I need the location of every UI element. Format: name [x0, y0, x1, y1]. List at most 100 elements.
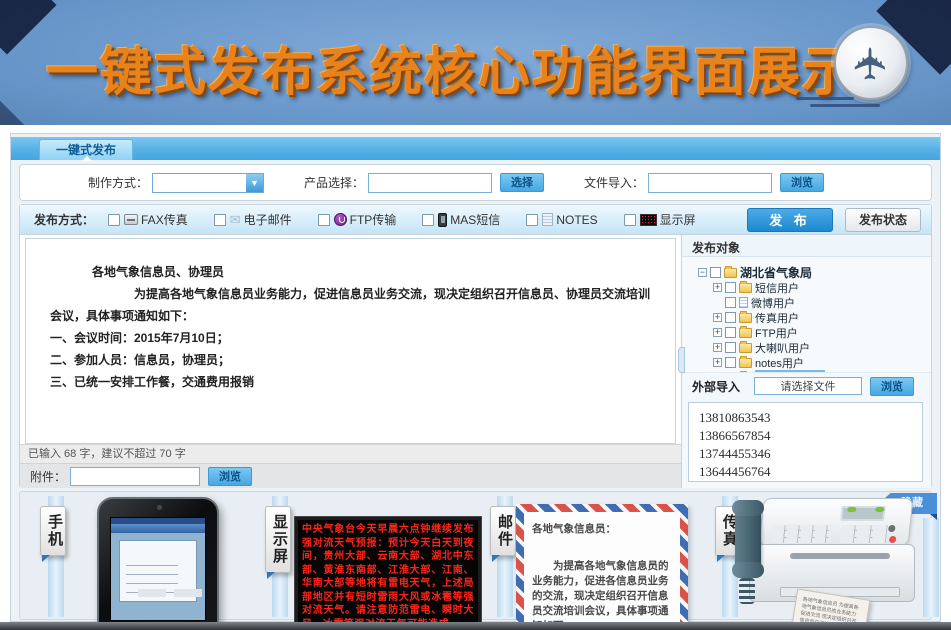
- collapse-minus-icon[interactable]: [698, 268, 707, 277]
- imported-numbers-list[interactable]: 13810863543 13866567854 13744455346 1364…: [688, 402, 923, 482]
- tree-node-label[interactable]: notes用户: [755, 355, 804, 371]
- phone-preview-image: [97, 497, 219, 630]
- phone-dialog-buttons: [138, 589, 202, 597]
- phone-number: 13866567854: [699, 427, 922, 445]
- fax-button-dot: [888, 525, 896, 532]
- ftp-icon: [334, 213, 347, 226]
- tree-node[interactable]: 大喇叭用户: [698, 340, 931, 355]
- tree-node[interactable]: 微博用户: [698, 295, 931, 310]
- tree-node-root[interactable]: 湖北省气象局: [698, 265, 931, 280]
- fax-button-dot: [847, 507, 857, 512]
- message-column: 各地气象信息员、协理员 为提高各地气象信息员业务能力，促进信息员业务交流，现决定…: [20, 235, 681, 488]
- folder-icon: [739, 283, 752, 293]
- tree-node-label[interactable]: 短信用户: [755, 280, 799, 296]
- preview-strip-decoration: [923, 518, 939, 617]
- tab-strip: 一键式发布: [11, 137, 940, 160]
- fax-cord: [739, 578, 755, 604]
- expand-plus-icon[interactable]: [713, 283, 722, 292]
- attachment-browse-button[interactable]: 浏览: [208, 467, 252, 486]
- method-mas-sms: MAS短信: [422, 211, 500, 228]
- publish-body: 各地气象信息员、协理员 为提高各地气象信息员业务能力，促进信息员业务交流，现决定…: [20, 235, 931, 488]
- phone-screen: [110, 517, 206, 621]
- fax-checkbox[interactable]: [108, 214, 120, 226]
- message-line: 二、参加人员：信息员，协理员；: [50, 349, 655, 371]
- publish-targets-panel: 发布对象 湖北省气象局 短信用户: [681, 235, 931, 488]
- email-checkbox[interactable]: [214, 214, 226, 226]
- tree-checkbox[interactable]: [725, 312, 736, 323]
- fax-keypad: [840, 525, 888, 543]
- message-line: 三、已统一安排工作餐，交通费用报销: [50, 371, 655, 393]
- airplane-icon: ✈: [846, 45, 897, 82]
- fax-handset: [735, 502, 761, 576]
- tree-checkbox[interactable]: [710, 267, 721, 278]
- sms-checkbox[interactable]: [422, 214, 434, 226]
- phone-message-dialog: [119, 540, 197, 602]
- mobile-phone-icon: [438, 213, 447, 227]
- header-buttons: 发 布 发布状态: [747, 208, 921, 232]
- tree-node-label[interactable]: 湖北省气象局: [740, 264, 812, 281]
- page: 一键式发布系统核心功能界面展示 ✈ 一键式发布 制作方式： ▼ 产品选择： 选择…: [0, 0, 951, 630]
- tree-node[interactable]: notes用户: [698, 355, 931, 370]
- tree-node-label[interactable]: FTP用户: [755, 325, 798, 341]
- app-window: 一键式发布 制作方式： ▼ 产品选择： 选择 文件导入： 浏览 发布方式：: [10, 133, 941, 622]
- expand-plus-icon[interactable]: [713, 328, 722, 337]
- preview-label-led: 显示屏: [265, 506, 291, 573]
- method-fax: FAX传真: [108, 211, 188, 228]
- tree-checkbox[interactable]: [725, 342, 736, 353]
- method-label: FAX传真: [141, 211, 188, 228]
- publish-button[interactable]: 发 布: [747, 208, 833, 232]
- product-select-label: 产品选择：: [304, 174, 364, 191]
- preview-label-phone: 手机: [40, 506, 66, 556]
- method-label: 显示屏: [660, 211, 696, 228]
- banner-streak-decoration: [796, 97, 854, 100]
- publish-panel: 发布方式： FAX传真 ✉ 电子邮件 FTP传输: [19, 204, 932, 488]
- expand-plus-icon[interactable]: [713, 343, 722, 352]
- external-import-browse-button[interactable]: 浏览: [870, 377, 914, 396]
- ftp-checkbox[interactable]: [318, 214, 330, 226]
- tree-checkbox[interactable]: [725, 357, 736, 368]
- tab-one-click-publish[interactable]: 一键式发布: [39, 139, 133, 160]
- method-label: 电子邮件: [244, 211, 292, 228]
- publish-method-label: 发布方式：: [34, 211, 94, 228]
- email-icon: ✉: [230, 214, 241, 225]
- tree-node[interactable]: 短信用户: [698, 280, 931, 295]
- phone-camera-dot: [157, 505, 162, 510]
- fax-icon: [124, 214, 138, 225]
- char-counter: 已输入 68 字，建议不超过 70 字: [20, 444, 681, 464]
- tree-node[interactable]: 传真用户: [698, 310, 931, 325]
- phone-navbar: [111, 524, 205, 533]
- method-notes: NOTES: [526, 213, 597, 227]
- page-title: 一键式发布系统核心功能界面展示: [46, 30, 836, 105]
- tree-checkbox[interactable]: [725, 327, 736, 338]
- message-editor[interactable]: 各地气象信息员、协理员 为提高各地气象信息员业务能力，促进信息员业务交流，现决定…: [25, 238, 676, 444]
- tree-checkbox[interactable]: [725, 297, 736, 308]
- file-import-input[interactable]: [648, 173, 772, 193]
- notes-checkbox[interactable]: [526, 214, 538, 226]
- publish-status-button[interactable]: 发布状态: [845, 208, 921, 232]
- external-import-input[interactable]: [754, 377, 862, 395]
- fax-button-dot: [889, 536, 897, 543]
- product-select-button[interactable]: 选择: [500, 173, 544, 192]
- tree-node-label[interactable]: 微博用户: [751, 295, 795, 311]
- method-ftp: FTP传输: [318, 211, 397, 228]
- make-method-select[interactable]: ▼: [152, 173, 264, 193]
- tree-node[interactable]: FTP用户: [698, 325, 931, 340]
- tree-node-label[interactable]: 传真用户: [755, 310, 799, 326]
- product-select-input[interactable]: [368, 173, 492, 193]
- expand-plus-icon[interactable]: [713, 358, 722, 367]
- method-label: NOTES: [556, 213, 597, 227]
- folder-icon: [724, 268, 737, 278]
- panel-collapse-handle[interactable]: [678, 347, 685, 373]
- led-checkbox[interactable]: [624, 214, 636, 226]
- chevron-down-icon[interactable]: ▼: [246, 174, 263, 192]
- message-line: 各地气象信息员、协理员: [50, 261, 655, 283]
- expand-plus-icon[interactable]: [713, 313, 722, 322]
- led-display-preview: 中央气象台今天早晨六点钟继续发布强对流天气预报：预计今天白天到夜间，贵州大部、云…: [295, 517, 481, 630]
- tree-checkbox[interactable]: [725, 282, 736, 293]
- banner-corner-decoration: [0, 101, 28, 125]
- bottom-edge-bar: [0, 622, 951, 630]
- tree-node-label[interactable]: 大喇叭用户: [755, 340, 810, 356]
- attachment-input[interactable]: [70, 467, 200, 486]
- file-import-browse-button[interactable]: 浏览: [780, 173, 824, 192]
- external-import-row: 外部导入 浏览: [682, 372, 931, 399]
